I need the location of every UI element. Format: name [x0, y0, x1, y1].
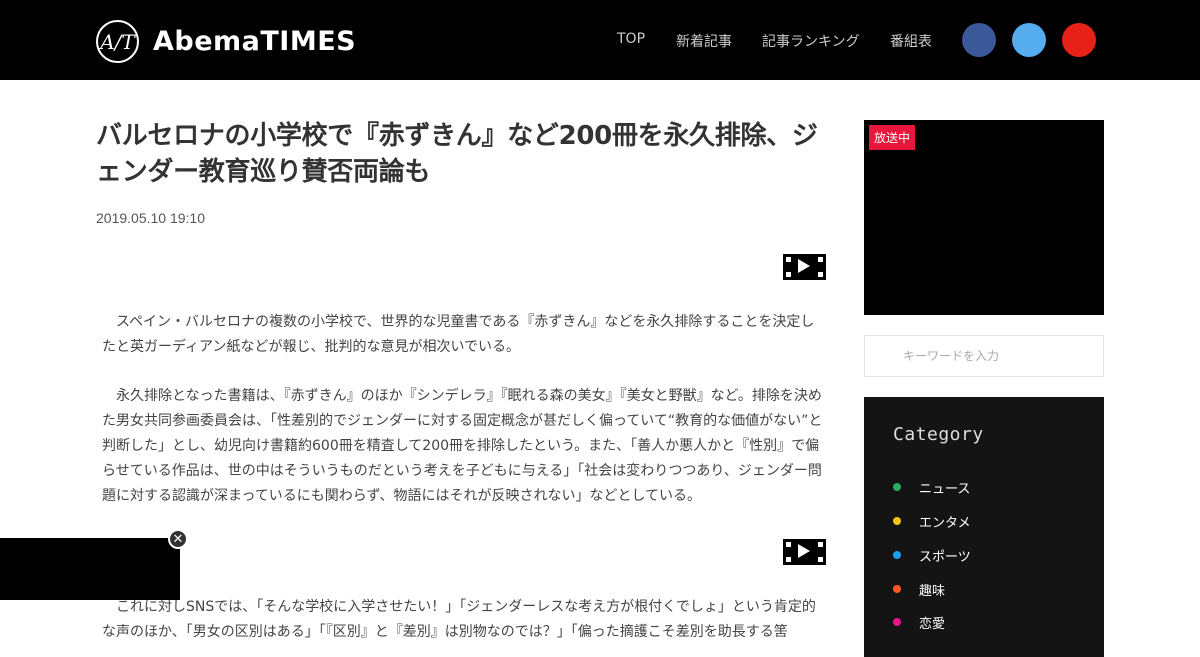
floating-video-player[interactable]	[0, 538, 180, 600]
logo-mark: A/T	[96, 20, 139, 63]
category-item-love[interactable]: 恋愛	[893, 612, 945, 632]
category-label: エンタメ	[919, 515, 971, 531]
category-label: ニュース	[919, 481, 971, 497]
category-item-hobby[interactable]: 趣味	[893, 579, 945, 599]
live-badge: 放送中	[869, 125, 916, 150]
category-dot	[893, 618, 901, 626]
article-paragraph: これに対しSNSでは、「そんな学校に入学させたい！」「ジェンダーレスな考え方が根…	[102, 599, 816, 640]
category-dot	[893, 585, 901, 593]
site-header: A/T AbemaTIMES TOP 新着記事 記事ランキング 番組表	[0, 0, 1200, 80]
category-item-sports[interactable]: スポーツ	[893, 545, 971, 565]
twitter-icon[interactable]	[1012, 23, 1046, 57]
facebook-icon[interactable]	[962, 23, 996, 57]
category-dot	[893, 483, 901, 491]
youtube-icon[interactable]	[1062, 23, 1096, 57]
nav-item-top[interactable]: TOP	[617, 31, 645, 47]
article-paragraph: 永久排除となった書籍は、『赤ずきん』のほか『シンデレラ』『眠れる森の美女』『美女…	[102, 388, 823, 504]
site-logo[interactable]: A/T AbemaTIMES	[96, 20, 356, 63]
article-paragraph: スペイン・バルセロナの複数の小学校で、世界的な児童書である『赤ずきん』などを永久…	[102, 314, 815, 355]
close-glyph: ✕	[172, 531, 184, 547]
category-dot	[893, 517, 901, 525]
nav-item-ranking[interactable]: 記事ランキング	[762, 31, 860, 51]
category-dot	[893, 551, 901, 559]
search-input[interactable]	[903, 345, 1093, 367]
video-play-icon[interactable]	[783, 254, 826, 280]
category-item-entertainment[interactable]: エンタメ	[893, 511, 971, 531]
article-title: バルセロナの小学校で『赤ずきん』など200冊を永久排除、ジェンダー教育巡り賛否両…	[96, 121, 818, 187]
category-label: スポーツ	[919, 549, 971, 565]
close-icon[interactable]: ✕	[168, 529, 188, 549]
video-play-icon[interactable]	[783, 539, 826, 565]
search-box	[864, 335, 1104, 377]
nav-item-new-articles[interactable]: 新着記事	[676, 31, 732, 51]
article-date: 2019.05.10 19:10	[96, 210, 205, 226]
category-label: 恋愛	[919, 616, 946, 632]
logo-text: AbemaTIMES	[153, 26, 357, 57]
nav-item-schedule[interactable]: 番組表	[890, 31, 932, 51]
category-title: Category	[893, 424, 984, 445]
category-item-news[interactable]: ニュース	[893, 477, 970, 497]
category-panel: Category ニュース エンタメ スポーツ 趣味 恋愛	[864, 397, 1104, 657]
category-label: 趣味	[919, 583, 946, 599]
live-video-player[interactable]: 放送中	[864, 120, 1104, 315]
